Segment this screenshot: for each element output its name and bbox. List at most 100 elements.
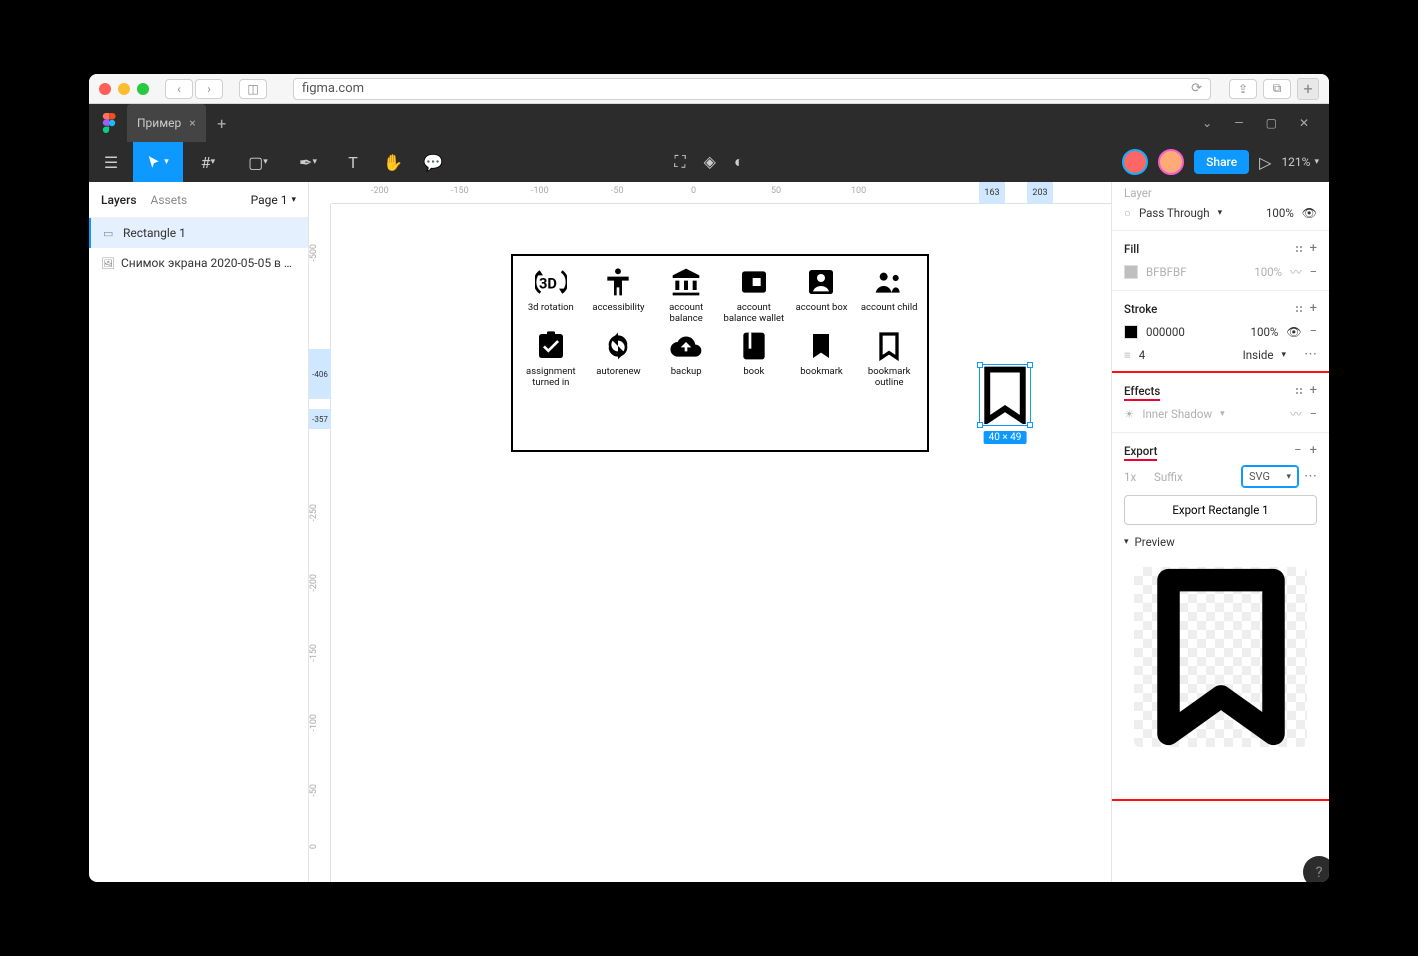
figma-tab-bar: Пример × + ⌄ — ▢ ✕ <box>89 104 1329 142</box>
share-browser-icon[interactable]: ⇪ <box>1229 79 1257 99</box>
image-icon: 🖼 <box>101 257 113 270</box>
assets-tab[interactable]: Assets <box>151 193 188 207</box>
preview-toggle-icon[interactable]: ▾ <box>1124 537 1129 547</box>
stroke-hex[interactable]: 000000 <box>1146 325 1185 339</box>
style-icon[interactable] <box>1296 388 1302 394</box>
traffic-lights <box>99 83 149 95</box>
shape-tool[interactable]: ▢▾ <box>233 142 283 182</box>
ruler-vertical: -500 -406 -357 -250 -200 -150 -100 -50 0 <box>309 204 331 882</box>
page-selector[interactable]: Page 1▾ <box>251 193 296 207</box>
url-bar[interactable]: figma.com ⟳ <box>293 78 1211 100</box>
close-tab-icon[interactable]: × <box>189 116 195 130</box>
stroke-opacity[interactable]: 100% <box>1251 325 1279 339</box>
avatar-2[interactable] <box>1158 149 1184 175</box>
layer-label: Rectangle 1 <box>123 226 186 240</box>
resize-handle-sw[interactable] <box>977 422 983 428</box>
frame-tool[interactable]: #▾ <box>183 142 233 182</box>
add-stroke-button[interactable]: + <box>1310 301 1317 316</box>
stroke-swatch[interactable] <box>1124 325 1138 339</box>
svg-text:3D: 3D <box>539 275 557 293</box>
minimize-icon[interactable]: — <box>1234 116 1243 130</box>
stroke-section-title: Stroke <box>1124 302 1157 316</box>
fill-opacity[interactable]: 100% <box>1254 265 1282 279</box>
edit-object-icon[interactable]: ⛶ <box>674 152 685 172</box>
blend-mode[interactable]: Pass Through <box>1139 206 1210 220</box>
back-button[interactable]: ‹ <box>165 79 193 99</box>
selected-object[interactable]: 40 × 49 <box>981 366 1029 424</box>
figma-logo-icon[interactable] <box>95 113 123 133</box>
file-tab[interactable]: Пример × <box>127 104 206 142</box>
new-tab-button[interactable]: + <box>1297 78 1319 100</box>
comment-tool[interactable]: 💬 <box>413 142 453 182</box>
close-icon[interactable]: ✕ <box>1299 116 1309 130</box>
add-fill-button[interactable]: + <box>1310 241 1317 256</box>
avatar-1[interactable] <box>1122 149 1148 175</box>
layer-row[interactable]: 🖼 Снимок экрана 2020-05-05 в 00.... <box>89 248 308 278</box>
stroke-weight[interactable]: 4 <box>1139 348 1145 362</box>
layer-row[interactable]: ▭ Rectangle 1 <box>89 218 308 248</box>
zoom-dropdown[interactable]: 121%▾ <box>1281 155 1319 169</box>
fill-hex[interactable]: BFBFBF <box>1146 265 1187 279</box>
export-format-select[interactable]: SVG▾ <box>1242 466 1298 487</box>
visibility-toggle[interactable]: 👁 <box>1286 325 1301 339</box>
style-icon[interactable] <box>1296 246 1302 252</box>
layer-opacity[interactable]: 100% <box>1266 206 1294 220</box>
resize-handle-se[interactable] <box>1027 422 1033 428</box>
layers-tab[interactable]: Layers <box>101 193 137 207</box>
export-button[interactable]: Export Rectangle 1 <box>1124 495 1317 525</box>
blend-mode-icon[interactable]: ○ <box>1124 206 1131 220</box>
export-preview <box>1124 557 1317 757</box>
remove-fill-button[interactable]: − <box>1310 265 1317 280</box>
pen-tool[interactable]: ✒▾ <box>283 142 333 182</box>
tabs-overview-icon[interactable]: ⧉ <box>1263 79 1291 99</box>
canvas[interactable]: -200 -150 -100 -50 0 50 100 163 203 -500… <box>309 182 1111 882</box>
reload-icon[interactable]: ⟳ <box>1191 81 1202 96</box>
hidden-effect-icon[interactable]: 〰 <box>1290 406 1302 422</box>
hand-tool[interactable]: ✋ <box>373 142 413 182</box>
export-suffix[interactable]: Suffix <box>1154 470 1236 484</box>
fill-swatch[interactable] <box>1124 265 1138 279</box>
remove-stroke-button[interactable]: − <box>1310 324 1317 339</box>
main-menu-button[interactable]: ☰ <box>89 142 133 182</box>
effect-settings-icon[interactable]: ☀ <box>1124 407 1134 421</box>
close-window-icon[interactable] <box>99 83 111 95</box>
zoom-value: 121% <box>1281 155 1310 169</box>
move-tool[interactable]: ▾ <box>133 142 183 182</box>
collapse-caret-icon[interactable]: ⌄ <box>1202 116 1212 130</box>
help-button[interactable]: ? <box>1303 856 1329 882</box>
preview-label: Preview <box>1135 535 1175 549</box>
add-effect-button[interactable]: + <box>1310 383 1317 398</box>
layers-panel: Layers Assets Page 1▾ ▭ Rectangle 1 🖼 Сн… <box>89 182 309 882</box>
text-tool[interactable]: T <box>333 142 373 182</box>
new-file-tab-button[interactable]: + <box>210 111 234 135</box>
maximize-icon[interactable]: ▢ <box>1266 116 1277 130</box>
remove-effect-button[interactable]: − <box>1310 407 1317 422</box>
forward-button[interactable]: › <box>195 79 223 99</box>
effect-type[interactable]: Inner Shadow <box>1142 407 1212 421</box>
stroke-weight-icon: ≡ <box>1124 348 1131 362</box>
resize-handle-ne[interactable] <box>1027 362 1033 368</box>
fill-section-title: Fill <box>1124 242 1139 256</box>
resize-handle-nw[interactable] <box>977 362 983 368</box>
minimize-window-icon[interactable] <box>118 83 130 95</box>
create-component-icon[interactable]: ◈ <box>704 152 716 172</box>
zoom-window-icon[interactable] <box>137 83 149 95</box>
present-icon[interactable]: ▷ <box>1259 153 1271 172</box>
add-export-button[interactable]: + <box>1310 443 1317 458</box>
visibility-toggle[interactable]: 👁 <box>1302 206 1317 220</box>
file-tab-label: Пример <box>137 116 181 130</box>
sidebar-toggle-icon[interactable]: ◫ <box>239 79 267 99</box>
export-scale[interactable]: 1x <box>1124 470 1148 484</box>
stroke-advanced-button[interactable]: ⋯ <box>1304 347 1317 362</box>
stroke-align[interactable]: Inside <box>1243 348 1274 362</box>
remove-export-button[interactable]: − <box>1294 443 1301 458</box>
properties-panel: Layer ○Pass Through▾ 100%👁 Fill + BFBFBF… <box>1111 182 1329 882</box>
app-window: ‹ › ◫ figma.com ⟳ ⇪ ⧉ + Пример × + ⌄ — ▢… <box>89 74 1329 882</box>
share-button[interactable]: Share <box>1194 150 1249 174</box>
hidden-fill-icon[interactable]: 〰 <box>1290 264 1302 280</box>
mask-icon[interactable]: ◐ <box>734 152 744 172</box>
window-controls: ⌄ — ▢ ✕ <box>1202 116 1323 130</box>
export-settings-button[interactable]: ⋯ <box>1304 469 1317 484</box>
style-icon[interactable] <box>1296 306 1302 312</box>
icons-screenshot: 3D3d rotation accessibility account bala… <box>511 254 929 452</box>
